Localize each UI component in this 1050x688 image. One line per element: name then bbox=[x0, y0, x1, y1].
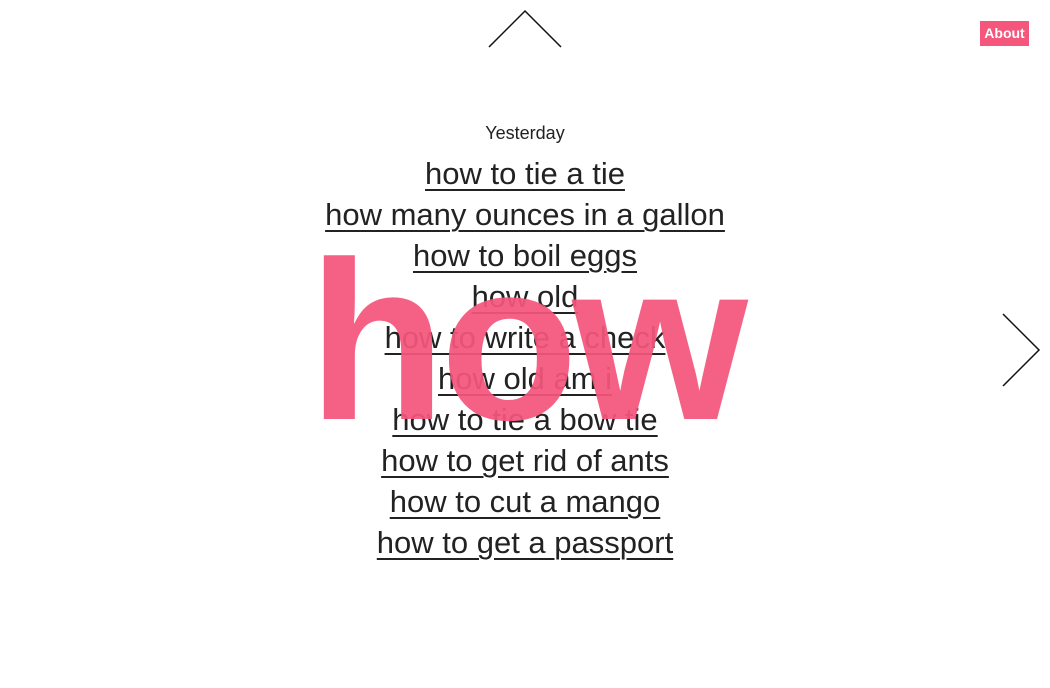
list-item: how to write a check bbox=[0, 317, 1050, 358]
result-link[interactable]: how to cut a mango bbox=[390, 484, 661, 519]
list-item: how to cut a mango bbox=[0, 481, 1050, 522]
list-item: how to boil eggs bbox=[0, 235, 1050, 276]
about-button[interactable]: About bbox=[980, 21, 1029, 46]
date-label: Yesterday bbox=[485, 123, 565, 143]
result-link[interactable]: how many ounces in a gallon bbox=[325, 197, 725, 232]
list-item: how to tie a bow tie bbox=[0, 399, 1050, 440]
results-list: how to tie a tie how many ounces in a ga… bbox=[0, 153, 1050, 563]
list-item: how old bbox=[0, 276, 1050, 317]
result-link[interactable]: how old bbox=[472, 279, 579, 314]
list-item: how to get rid of ants bbox=[0, 440, 1050, 481]
chevron-up-icon[interactable] bbox=[487, 8, 563, 50]
result-link[interactable]: how to get a passport bbox=[377, 525, 673, 560]
list-item: how to get a passport bbox=[0, 522, 1050, 563]
page: About Yesterday how to tie a tie how man… bbox=[0, 0, 1050, 688]
result-link[interactable]: how to get rid of ants bbox=[381, 443, 669, 478]
result-link[interactable]: how to tie a tie bbox=[425, 156, 625, 191]
result-link[interactable]: how to tie a bow tie bbox=[392, 402, 657, 437]
result-link[interactable]: how old am i bbox=[438, 361, 612, 396]
list-item: how old am i bbox=[0, 358, 1050, 399]
list-item: how to tie a tie bbox=[0, 153, 1050, 194]
result-link[interactable]: how to write a check bbox=[385, 320, 666, 355]
list-item: how many ounces in a gallon bbox=[0, 194, 1050, 235]
result-link[interactable]: how to boil eggs bbox=[413, 238, 637, 273]
